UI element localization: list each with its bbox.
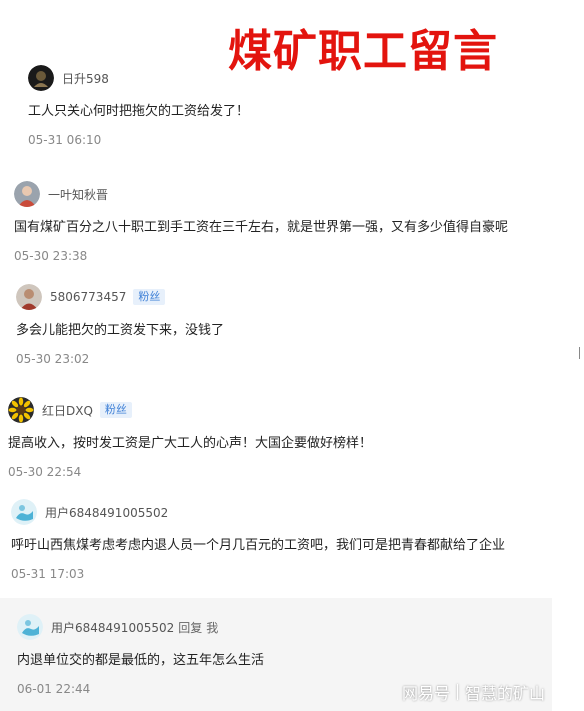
user-avatar[interactable] [8, 397, 34, 423]
comment-text: 国有煤矿百分之八十职工到手工资在三千左右，就是世界第一强，又有多少值得自豪呢 [14, 220, 509, 235]
reply-target[interactable]: 我 [206, 619, 218, 636]
comment-item: 红日DXQ 粉丝 提高收入，按时发工资是广大工人的心声！大国企要做好榜样！ 05… [8, 396, 372, 479]
comment-item: 日升598 工人只关心何时把拖欠的工资给发了！ 05-31 06:10 [28, 64, 249, 147]
comment-text: 提高收入，按时发工资是广大工人的心声！大国企要做好榜样！ [8, 436, 373, 451]
username[interactable]: 5806773457 [50, 290, 126, 304]
comment-time: 05-30 22:54 [8, 465, 82, 479]
reply-item: 用户6848491005502 回复 我 内退单位交的都是最低的，这五年怎么生活… [17, 613, 264, 696]
reply-text: 内退单位交的都是最低的，这五年怎么生活 [17, 653, 265, 668]
watermark-channel: 智慧的矿山 [465, 684, 546, 703]
username[interactable]: 用户6848491005502 [45, 504, 168, 521]
comment-time: 05-30 23:02 [16, 352, 90, 366]
comment-text: 工人只关心何时把拖欠的工资给发了！ [28, 104, 250, 119]
comment-text: 多会儿能把欠的工资发下来，没钱了 [16, 323, 225, 338]
comment-item: 5806773457 粉丝 多会儿能把欠的工资发下来，没钱了 05-30 23:… [16, 283, 224, 366]
comment-item: 一叶知秋晋 国有煤矿百分之八十职工到手工资在三千左右，就是世界第一强，又有多少值… [14, 180, 508, 263]
comment-time: 05-31 06:10 [28, 133, 102, 147]
username[interactable]: 日升598 [62, 70, 109, 87]
user-avatar[interactable] [28, 65, 54, 91]
username[interactable]: 一叶知秋晋 [48, 186, 108, 203]
user-avatar[interactable] [14, 181, 40, 207]
user-avatar[interactable] [16, 284, 42, 310]
scroll-edge-marker [579, 347, 582, 359]
comment-text: 呼吁山西焦煤考虑考虑内退人员一个月几百元的工资吧，我们可是把青春都献给了企业 [11, 538, 506, 553]
fan-badge: 粉丝 [99, 402, 132, 418]
comment-item: 用户6848491005502 呼吁山西焦煤考虑考虑内退人员一个月几百元的工资吧… [11, 498, 505, 581]
user-avatar[interactable] [17, 614, 43, 640]
watermark: 网易号 智慧的矿山 [402, 680, 545, 704]
watermark-brand: 网易号 [402, 684, 451, 703]
reply-label: 回复 [178, 620, 203, 635]
user-avatar[interactable] [11, 499, 37, 525]
banner-title: 煤矿职工留言 [228, 26, 498, 77]
reply-time: 06-01 22:44 [17, 682, 91, 696]
username[interactable]: 红日DXQ [42, 402, 93, 419]
username[interactable]: 用户6848491005502 [51, 619, 174, 636]
watermark-divider [457, 684, 459, 700]
fan-badge: 粉丝 [133, 289, 166, 305]
comment-time: 05-30 23:38 [14, 249, 88, 263]
comment-time: 05-31 17:03 [11, 567, 85, 581]
